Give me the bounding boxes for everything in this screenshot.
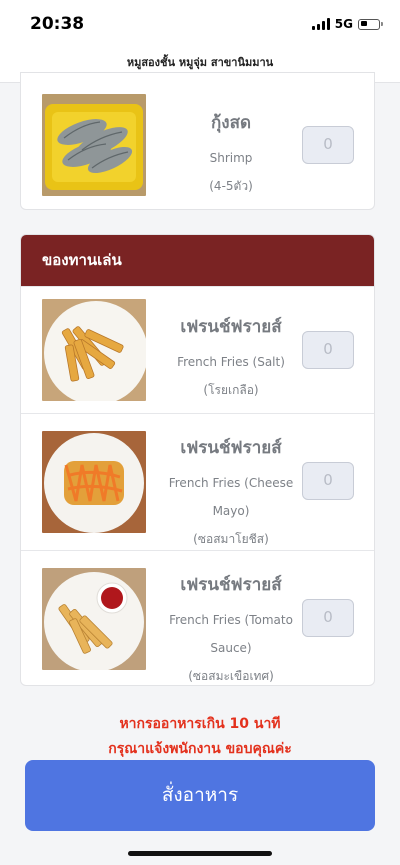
item-name-th: เฟรนช์ฟรายส์ <box>180 438 282 458</box>
status-indicators: 5G <box>311 17 383 31</box>
shrimp-image <box>42 94 146 196</box>
item-name-en-line: French Fries (Tomato <box>169 613 293 627</box>
item-name-en: Shrimp <box>209 151 253 165</box>
home-indicator <box>128 851 272 856</box>
signal-icon <box>311 18 330 30</box>
order-button[interactable]: สั่งอาหาร <box>25 760 375 831</box>
menu-item-fries-salt: เฟรนช์ฟรายส์ French Fries (Salt) (โรยเกล… <box>21 286 374 414</box>
item-note: (ซอสมาโยชีส) <box>193 532 269 546</box>
fries-cheese-mayo-image <box>42 431 146 533</box>
network-label: 5G <box>334 17 353 31</box>
waiting-notice: หากรออาหารเกิน 10 นาที กรุณาแจ้งพนักงาน … <box>0 712 400 762</box>
item-text: เฟรนช์ฟรายส์ French Fries (Salt) (โรยเกล… <box>161 313 301 404</box>
section-header: ของทานเล่น <box>21 235 374 286</box>
item-name-en-line: Mayo) <box>212 504 250 518</box>
quantity-input[interactable]: 0 <box>302 599 354 637</box>
quantity-input[interactable]: 0 <box>302 126 354 164</box>
status-time: 20:38 <box>30 14 85 34</box>
menu-section-snacks: ของทานเล่น เฟรนช์ฟรายส์ French Fries (Sa… <box>20 234 375 686</box>
item-name-en-line: Sauce) <box>210 641 252 655</box>
battery-icon <box>358 18 383 30</box>
fries-tomato-image <box>42 568 146 670</box>
quantity-input[interactable]: 0 <box>302 462 354 500</box>
menu-item-fries-tomato: เฟรนช์ฟรายส์ French Fries (Tomato Sauce)… <box>21 550 374 685</box>
menu-card-seafood: กุ้งสด Shrimp (4-5ตัว) 0 <box>20 72 375 210</box>
item-note: (ซอสมะเขือเทศ) <box>188 669 274 683</box>
item-text: กุ้งสด Shrimp (4-5ตัว) <box>161 109 301 200</box>
item-name-en-line: French Fries (Salt) <box>177 355 285 369</box>
notice-line-1: หากรออาหารเกิน 10 นาที <box>119 716 281 732</box>
item-text: เฟรนช์ฟรายส์ French Fries (Tomato Sauce)… <box>161 571 301 685</box>
item-note: (4-5ตัว) <box>209 179 253 193</box>
item-text: เฟรนช์ฟรายส์ French Fries (Cheese Mayo) … <box>161 434 301 553</box>
item-note: (โรยเกลือ) <box>203 383 259 397</box>
menu-item-shrimp: กุ้งสด Shrimp (4-5ตัว) 0 <box>21 73 374 209</box>
fries-salt-image <box>42 299 146 401</box>
menu-item-fries-cheese-mayo: เฟรนช์ฟรายส์ French Fries (Cheese Mayo) … <box>21 413 374 553</box>
quantity-input[interactable]: 0 <box>302 331 354 369</box>
item-name-en-line: French Fries (Cheese <box>168 476 294 490</box>
item-name-th: กุ้งสด <box>210 113 251 133</box>
item-name-th: เฟรนช์ฟรายส์ <box>180 575 282 595</box>
status-bar: 20:38 5G <box>0 0 400 48</box>
notice-line-2: กรุณาแจ้งพนักงาน ขอบคุณค่ะ <box>108 741 292 757</box>
item-name-th: เฟรนช์ฟรายส์ <box>180 317 282 337</box>
